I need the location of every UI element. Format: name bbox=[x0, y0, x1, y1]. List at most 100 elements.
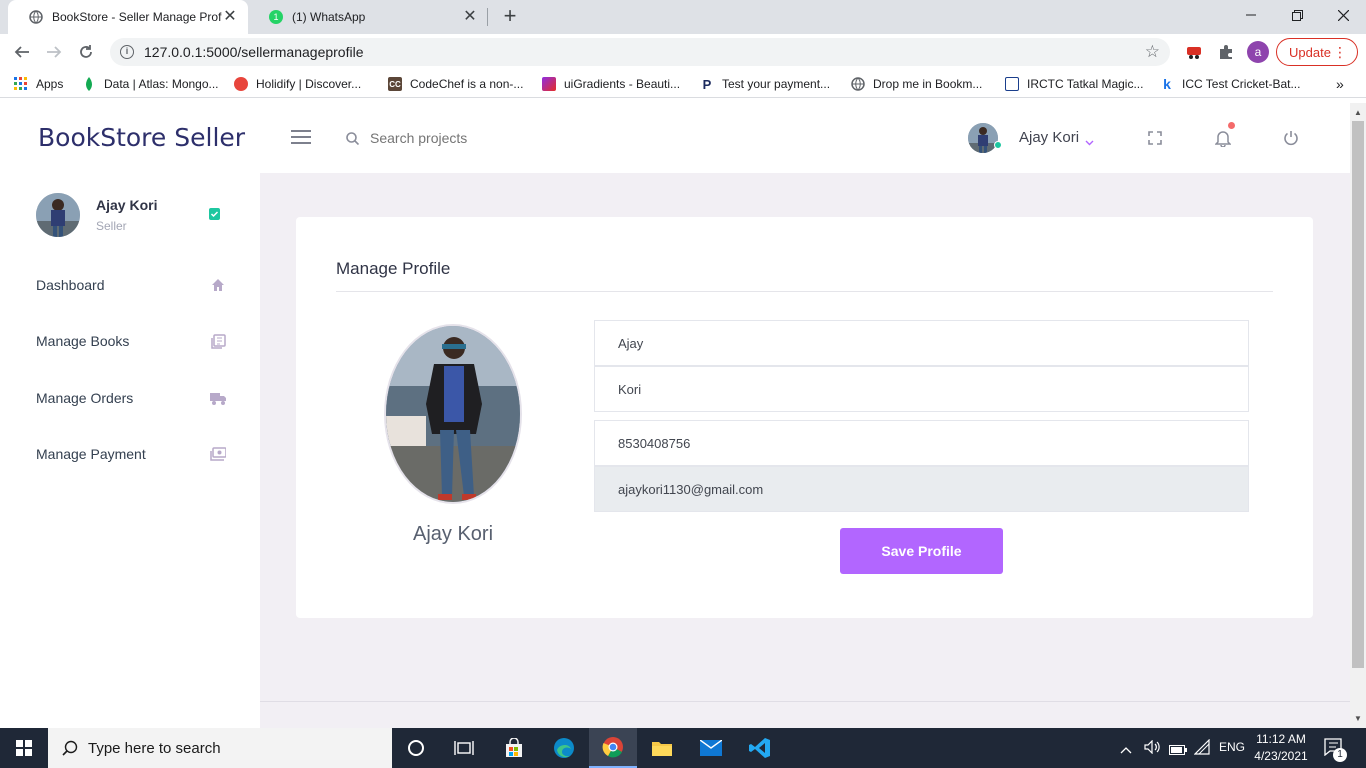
tab-separator bbox=[487, 8, 488, 26]
bookmark-star-icon[interactable]: ☆ bbox=[1145, 43, 1160, 60]
page-scrollbar[interactable]: ▲ ▼ bbox=[1350, 103, 1366, 728]
clock-date[interactable]: 4/23/2021 bbox=[1252, 749, 1310, 763]
update-button[interactable]: Update ⋮ bbox=[1276, 38, 1358, 66]
power-icon[interactable] bbox=[1283, 130, 1299, 151]
tab-bookstore[interactable]: BookStore - Seller Manage Profile ✕ bbox=[8, 0, 248, 34]
scrollbar-thumb[interactable] bbox=[1352, 121, 1364, 668]
bookmark-payment[interactable]: P Test your payment... bbox=[700, 75, 830, 93]
search-input[interactable] bbox=[370, 125, 630, 151]
chrome-browser-icon[interactable] bbox=[589, 728, 637, 768]
taskbar-search-box[interactable]: Type here to search bbox=[48, 728, 392, 768]
bookmark-apps[interactable]: Apps bbox=[14, 75, 63, 93]
footer-divider bbox=[260, 701, 1350, 702]
more-menu-icon[interactable]: ⋮ bbox=[1333, 43, 1347, 61]
notification-count-badge: 1 bbox=[1333, 748, 1347, 762]
mongodb-leaf-icon bbox=[82, 77, 96, 91]
tab-whatsapp[interactable]: 1 (1) WhatsApp ✕ bbox=[248, 0, 488, 34]
globe-icon bbox=[28, 9, 44, 25]
url-text: 127.0.0.1:5000/sellermanageprofile bbox=[144, 44, 364, 60]
close-tab-icon[interactable]: ✕ bbox=[462, 9, 478, 25]
header-user-name[interactable]: Ajay Kori bbox=[1019, 129, 1079, 146]
chevron-down-icon[interactable] bbox=[1085, 133, 1094, 151]
language-indicator[interactable]: ENG bbox=[1219, 740, 1245, 754]
store-bag-icon[interactable] bbox=[490, 728, 538, 768]
reload-button[interactable] bbox=[72, 38, 100, 66]
sidebar-item-manage-orders[interactable]: Manage Orders bbox=[36, 386, 226, 410]
brand-logo[interactable]: BookStore Seller bbox=[38, 123, 245, 152]
sidebar-item-dashboard[interactable]: Dashboard bbox=[36, 273, 226, 297]
icc-k-icon: k bbox=[1163, 76, 1171, 92]
sidebar: BookStore Seller Ajay Kori Seller Dashbo… bbox=[0, 103, 260, 728]
browser-toolbar: i 127.0.0.1:5000/sellermanageprofile ☆ bbox=[0, 34, 1366, 70]
profile-avatar[interactable]: a bbox=[1247, 41, 1269, 63]
close-tab-icon[interactable]: ✕ bbox=[222, 9, 238, 25]
bell-icon[interactable] bbox=[1214, 129, 1232, 152]
profile-card: Manage Profile Ajay Kori Ajay Kori 85304… bbox=[296, 217, 1313, 618]
battery-icon[interactable] bbox=[1169, 742, 1187, 760]
extensions-puzzle-icon[interactable] bbox=[1216, 42, 1236, 62]
bookmarks-bar: Apps Data | Atlas: Mongo... Holidify | D… bbox=[0, 70, 1366, 98]
wifi-icon[interactable] bbox=[1193, 738, 1210, 760]
cortana-circle-icon[interactable] bbox=[392, 728, 440, 768]
hamburger-menu-icon[interactable] bbox=[291, 130, 311, 149]
site-info-icon[interactable]: i bbox=[120, 45, 134, 59]
new-tab-button[interactable]: + bbox=[498, 5, 522, 29]
vscode-icon[interactable] bbox=[736, 728, 784, 768]
sidebar-user-role: Seller bbox=[96, 219, 127, 233]
address-bar[interactable]: i 127.0.0.1:5000/sellermanageprofile ☆ bbox=[110, 38, 1170, 66]
sidebar-avatar bbox=[36, 193, 80, 237]
tray-chevron-up-icon[interactable] bbox=[1120, 741, 1132, 759]
whatsapp-badge-icon: 1 bbox=[268, 9, 284, 25]
volume-icon[interactable] bbox=[1144, 739, 1160, 759]
back-button[interactable] bbox=[8, 38, 36, 66]
email-field: ajaykori1130@gmail.com bbox=[594, 466, 1249, 512]
clock-time[interactable]: 11:12 AM bbox=[1256, 732, 1306, 746]
extension-train-icon[interactable] bbox=[1184, 42, 1204, 62]
bookmark-label: Test your payment... bbox=[722, 77, 831, 91]
more-bookmarks-chevron-icon[interactable]: » bbox=[1336, 75, 1344, 93]
last-name-field[interactable]: Kori bbox=[594, 366, 1249, 412]
restore-button[interactable] bbox=[1274, 0, 1320, 30]
holidify-icon bbox=[234, 77, 248, 91]
bookmark-irctc[interactable]: IRCTC Tatkal Magic... bbox=[1005, 75, 1143, 93]
sidebar-item-manage-payment[interactable]: Manage Payment bbox=[36, 442, 226, 466]
bookmark-icc[interactable]: k ICC Test Cricket-Bat... bbox=[1160, 75, 1300, 93]
search-icon bbox=[346, 132, 360, 150]
truck-icon bbox=[210, 390, 226, 406]
app-page: BookStore Seller Ajay Kori Seller Dashbo… bbox=[0, 103, 1350, 728]
sidebar-item-label: Dashboard bbox=[36, 277, 105, 293]
minimize-button[interactable] bbox=[1228, 0, 1274, 30]
forward-button[interactable] bbox=[40, 38, 68, 66]
mail-icon[interactable] bbox=[687, 728, 735, 768]
first-name-field[interactable]: Ajay bbox=[594, 320, 1249, 366]
windows-start-icon[interactable] bbox=[0, 728, 48, 768]
close-window-button[interactable] bbox=[1320, 0, 1366, 30]
phone-field[interactable]: 8530408756 bbox=[594, 420, 1249, 466]
fullscreen-icon[interactable] bbox=[1148, 131, 1162, 150]
save-profile-button[interactable]: Save Profile bbox=[840, 528, 1003, 574]
bookmark-drop[interactable]: Drop me in Bookm... bbox=[851, 75, 982, 93]
sidebar-item-manage-books[interactable]: Manage Books bbox=[36, 329, 226, 353]
bookmark-label: Drop me in Bookm... bbox=[873, 77, 983, 91]
bookmark-uigradients[interactable]: uiGradients - Beauti... bbox=[542, 75, 680, 93]
task-view-icon[interactable] bbox=[440, 728, 488, 768]
bookmark-mongo[interactable]: Data | Atlas: Mongo... bbox=[82, 75, 219, 93]
file-explorer-icon[interactable] bbox=[638, 728, 686, 768]
bookmark-holidify[interactable]: Holidify | Discover... bbox=[234, 75, 361, 93]
profile-photo[interactable] bbox=[384, 324, 522, 504]
bookmark-label: CodeChef is a non-... bbox=[410, 77, 524, 91]
bookmark-codechef[interactable]: CC CodeChef is a non-... bbox=[388, 75, 523, 93]
notification-dot bbox=[1228, 122, 1235, 129]
verified-check-icon bbox=[208, 207, 222, 226]
books-icon bbox=[210, 333, 226, 349]
tab-title: BookStore - Seller Manage Profile bbox=[52, 10, 222, 24]
edge-browser-icon[interactable] bbox=[540, 728, 588, 768]
search-icon bbox=[62, 740, 78, 756]
tab-title: (1) WhatsApp bbox=[292, 10, 366, 24]
home-icon bbox=[210, 277, 226, 293]
header-avatar[interactable] bbox=[968, 123, 998, 153]
scroll-up-arrow-icon[interactable]: ▲ bbox=[1350, 105, 1366, 121]
bookmark-label: uiGradients - Beauti... bbox=[564, 77, 681, 91]
scroll-down-arrow-icon[interactable]: ▼ bbox=[1350, 711, 1366, 727]
uigradients-icon bbox=[542, 77, 556, 91]
